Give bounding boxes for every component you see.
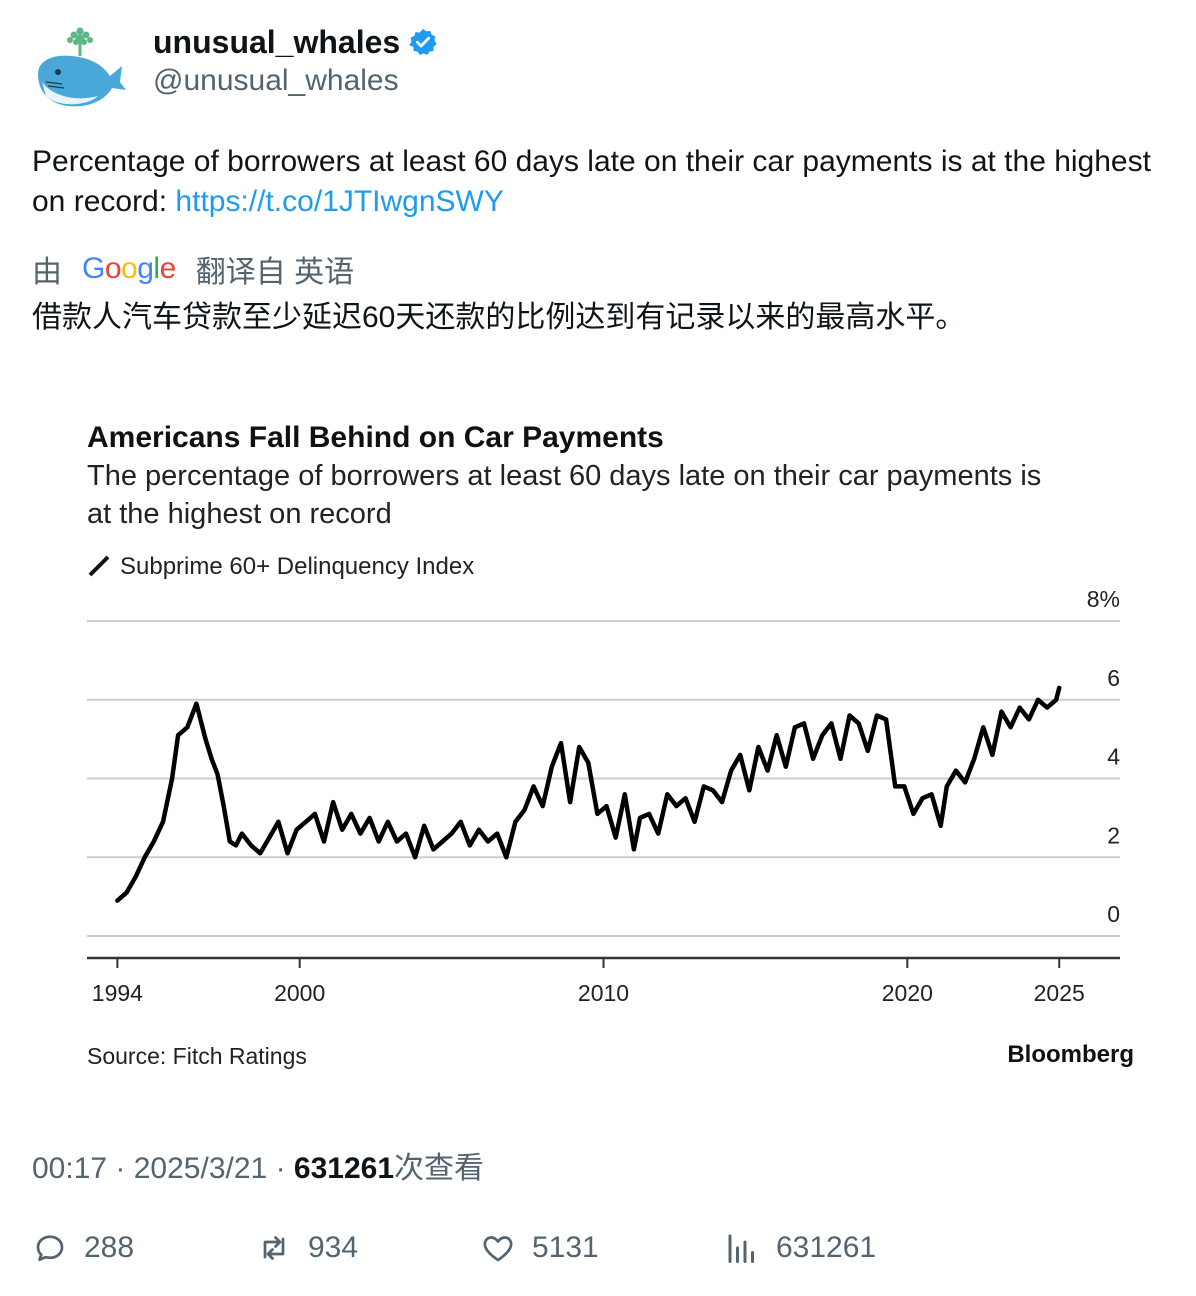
chart-grid [87, 620, 1120, 960]
x-tick-label: 2000 [274, 980, 325, 1006]
x-tick-label: 2010 [578, 980, 629, 1006]
reply-icon [36, 1235, 64, 1262]
delinquency-series-line [115, 685, 1062, 903]
y-tick-label: 2 [1107, 822, 1120, 848]
reply-count: 288 [84, 1231, 135, 1264]
heart-icon [483, 1236, 513, 1262]
tweet-time[interactable]: 00:17 [32, 1152, 107, 1185]
view-count: 631261 [293, 1152, 394, 1185]
translated-text: 借款人汽车贷款至少延迟60天还款的比例达到有记录以来的最高水平。 [32, 301, 966, 334]
meta-separator: · [115, 1152, 134, 1185]
views-button[interactable]: 631261 [724, 1230, 876, 1266]
chart-title: Americans Fall Behind on Car Payments [87, 421, 664, 454]
views-label: 次查看 [394, 1152, 484, 1185]
x-tick-label: 2020 [882, 980, 933, 1006]
meta-separator: · [275, 1152, 294, 1185]
translate-suffix[interactable]: 翻译自 英语 [196, 247, 354, 291]
chart-source: Source: Fitch Ratings [87, 1043, 307, 1069]
chart-subtitle-line1: The percentage of borrowers at least 60 … [87, 460, 1041, 492]
tweet-date[interactable]: 2025/3/21 [134, 1152, 267, 1185]
like-count: 5131 [532, 1231, 599, 1264]
y-axis-ticks: 0 2 4 6 8% [1087, 586, 1120, 927]
tweet-actions: 288 934 5131 631261 [32, 1230, 1162, 1274]
tweet-text: Percentage of borrowers at least 60 days… [32, 142, 1162, 222]
retweet-count: 934 [308, 1231, 359, 1264]
google-logo-icon[interactable]: Google [82, 252, 176, 286]
display-name[interactable]: unusual_whales [153, 24, 400, 60]
retweet-button[interactable]: 934 [256, 1230, 358, 1266]
y-tick-label: 6 [1107, 665, 1120, 691]
bloomberg-logo: Bloomberg [1007, 1041, 1134, 1068]
line-chart: Americans Fall Behind on Car Payments Th… [87, 421, 1134, 1069]
chart-image[interactable]: Americans Fall Behind on Car Payments Th… [32, 368, 1164, 1108]
views-count: 631261 [776, 1231, 877, 1264]
retweet-icon [263, 1236, 285, 1260]
tweet-meta: 00:17 · 2025/3/21 · 631261次查看 [32, 1143, 484, 1187]
like-button[interactable]: 5131 [480, 1230, 599, 1266]
whale-avatar-icon[interactable] [32, 26, 128, 116]
tweet-link[interactable]: https://t.co/1JTIwgnSWY [175, 185, 503, 218]
translation-attribution: 由 Google 翻译自 英语 [32, 247, 354, 291]
y-tick-label: 0 [1107, 901, 1120, 927]
chart-subtitle-line2: at the highest on record [87, 498, 392, 530]
user-handle[interactable]: @unusual_whales [153, 64, 399, 98]
x-tick-label: 1994 [92, 980, 143, 1006]
tweet-header: unusual_whales @unusual_whales [32, 24, 1162, 114]
reply-button[interactable]: 288 [32, 1230, 134, 1266]
translate-prefix: 由 [32, 256, 62, 289]
y-tick-label: 4 [1107, 744, 1120, 770]
verified-badge-icon [409, 28, 437, 55]
y-tick-label: 8% [1087, 586, 1120, 612]
legend-line-icon [88, 555, 110, 577]
x-axis-ticks: 1994 2000 2010 2020 2025 [92, 958, 1085, 1006]
chart-legend-label: Subprime 60+ Delinquency Index [120, 553, 474, 580]
x-tick-label: 2025 [1034, 980, 1085, 1006]
analytics-icon [728, 1234, 754, 1263]
